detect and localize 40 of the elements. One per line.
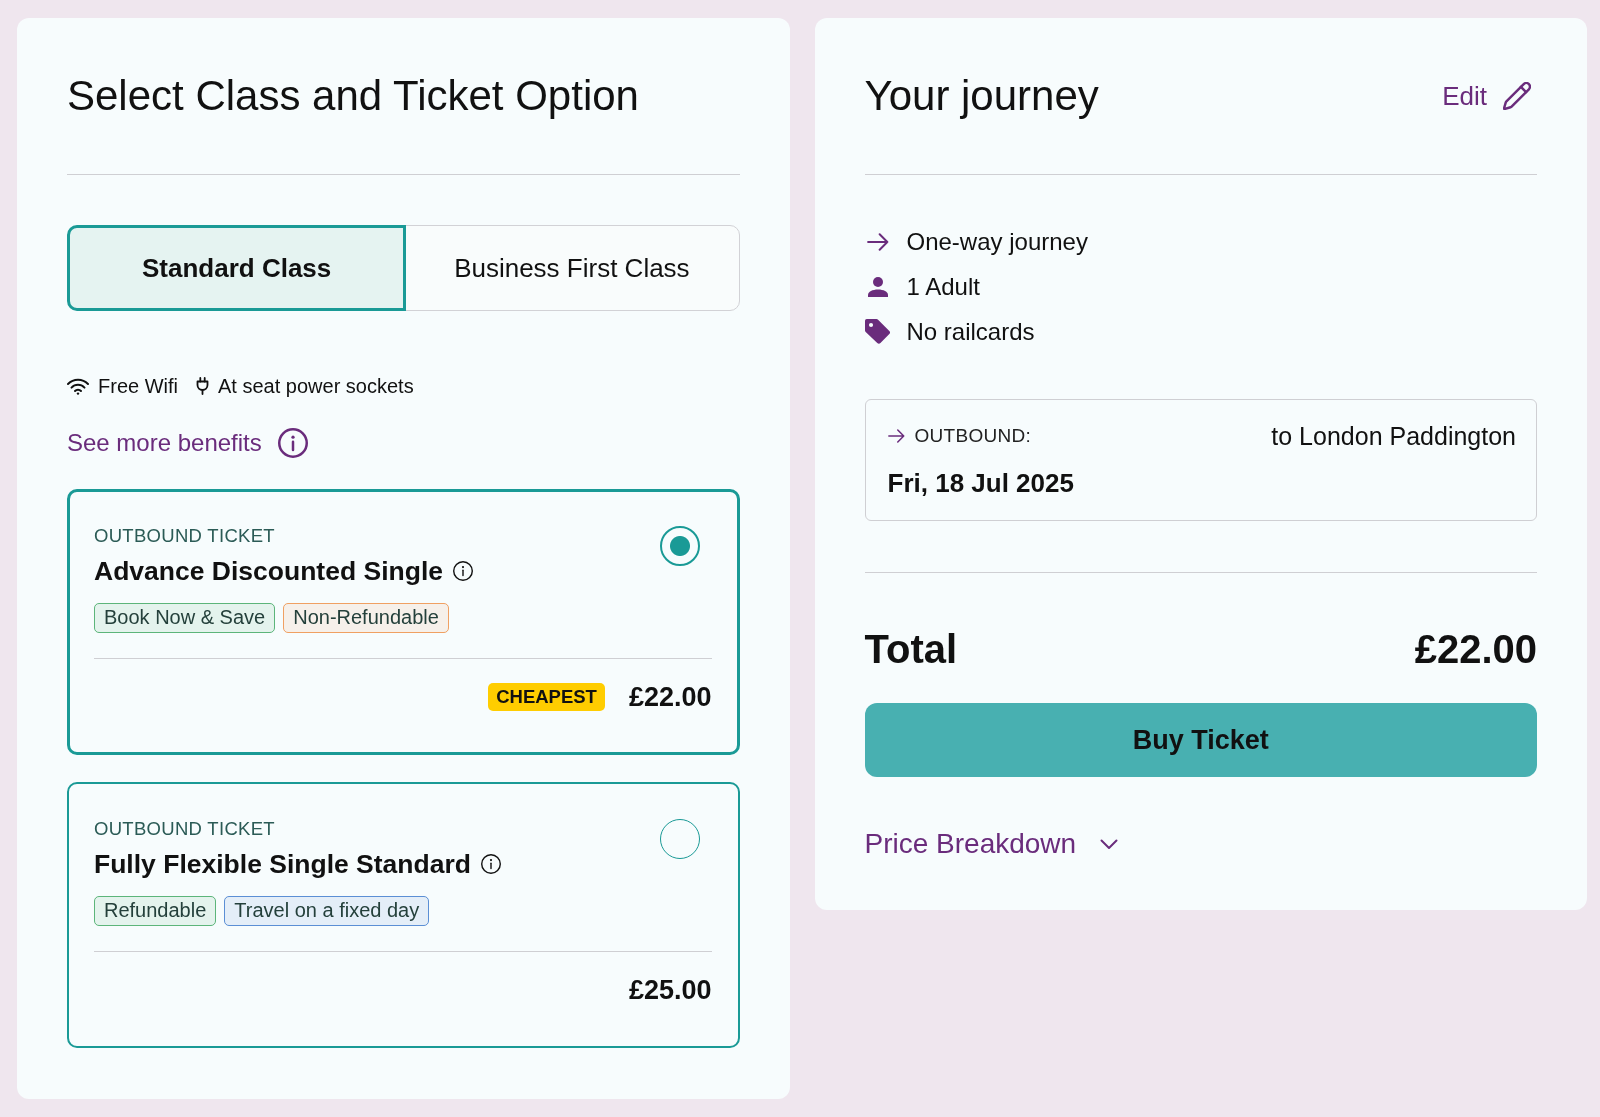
buy-ticket-button[interactable]: Buy Ticket: [864, 703, 1537, 777]
class-tab[interactable]: Business First Class: [404, 225, 740, 311]
panel-title: Select Class and Ticket Option: [67, 72, 639, 120]
ticket-direction: OUTBOUND TICKET: [94, 819, 276, 839]
benefit-label: At seat power sockets: [218, 374, 414, 398]
cheapest-badge: CHEAPEST: [488, 683, 605, 711]
arrow-right-icon: [866, 232, 889, 251]
journey-detail: No railcards: [906, 317, 1035, 346]
outbound-label: OUTBOUND:: [914, 425, 1032, 447]
fare-tag: Travel on a fixed day: [224, 896, 430, 926]
class-tab[interactable]: Standard Class: [67, 225, 407, 311]
panel-title: Your journey: [864, 72, 1099, 120]
journey-detail: 1 Adult: [906, 272, 980, 301]
ticket-direction: OUTBOUND TICKET: [94, 526, 276, 546]
fare-tag: Refundable: [94, 896, 217, 926]
travel-date: Fri, 18 Jul 2025: [887, 469, 1075, 497]
fare-tag: Non-Refundable: [283, 603, 449, 633]
destination-text: to London Paddington: [1271, 421, 1516, 451]
ticket-name: Advance Discounted Single: [94, 556, 443, 586]
info-icon[interactable]: [480, 854, 501, 874]
total-label: Total: [864, 626, 958, 672]
wifi-icon: [67, 377, 89, 395]
see-more-benefits-link[interactable]: See more benefits: [67, 428, 308, 458]
radio-button[interactable]: [659, 526, 700, 566]
info-icon[interactable]: [277, 428, 308, 458]
info-icon[interactable]: [453, 561, 473, 581]
plug-icon: [196, 377, 209, 395]
ticket-name: Fully Flexible Single Standard: [94, 849, 471, 879]
benefit-label: Free Wifi: [98, 374, 178, 398]
ticket-price: £22.00: [628, 681, 712, 713]
pencil-icon: [1503, 82, 1531, 110]
arrow-right-icon: [887, 429, 905, 443]
person-icon: [867, 276, 888, 297]
total-amount: £22.00: [1414, 626, 1537, 672]
tag-icon: [865, 319, 890, 344]
edit-link[interactable]: Edit: [1442, 80, 1531, 112]
fare-tag: Book Now & Save: [94, 603, 276, 633]
price-breakdown-toggle[interactable]: Price Breakdown: [864, 829, 1119, 859]
journey-detail: One-way journey: [906, 227, 1088, 256]
ticket-price: £25.00: [628, 974, 712, 1006]
